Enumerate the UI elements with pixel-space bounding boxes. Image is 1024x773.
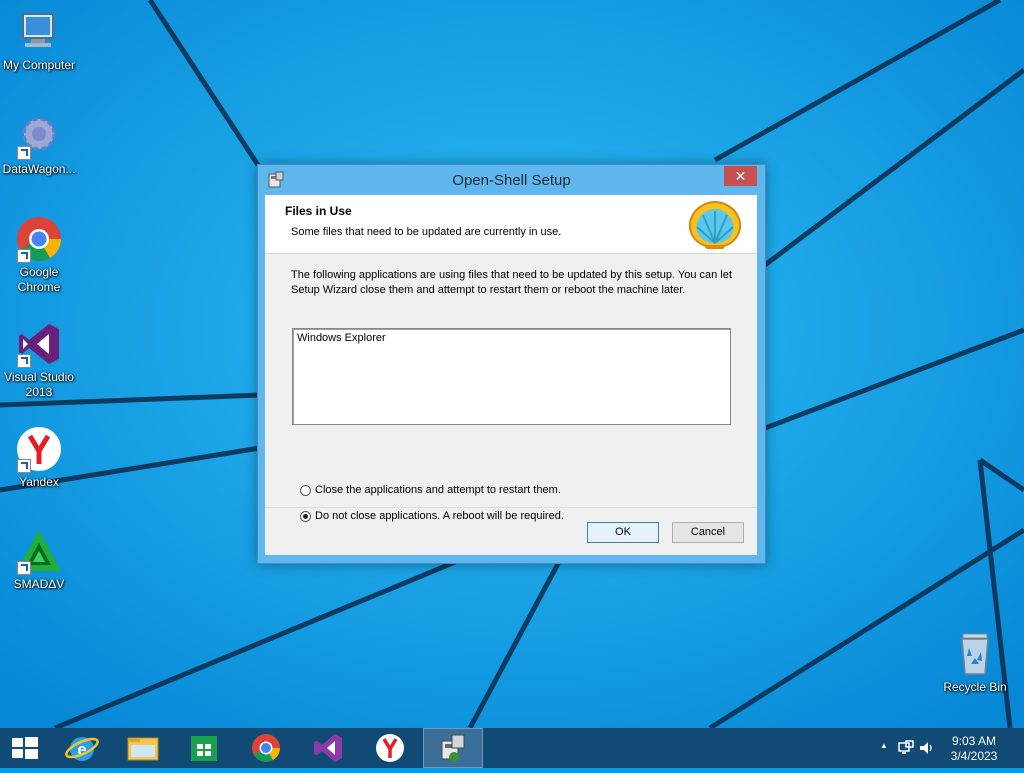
taskbar-visual-studio[interactable] [298, 728, 358, 768]
desktop-icon-label: DataWagon... [2, 162, 76, 176]
cancel-button[interactable]: Cancel [672, 522, 744, 543]
clock-date: 3/4/2023 [950, 749, 998, 763]
taskbar-open-shell-setup[interactable] [423, 728, 483, 768]
dialog-client-area: Files in Use Some files that need to be … [265, 195, 757, 555]
radio-no-close[interactable] [300, 510, 311, 522]
desktop-icon-yandex[interactable]: Yandex [0, 425, 78, 490]
smadav-icon [15, 527, 63, 575]
taskbar-file-explorer[interactable] [113, 728, 173, 768]
dialog-title: Open-Shell Setup [452, 172, 571, 189]
open-shell-setup-dialog: Open-Shell Setup ✕ Files in Use Some fil… [257, 164, 766, 564]
dialog-header: Files in Use Some files that need to be … [265, 195, 757, 254]
taskbar-yandex[interactable] [360, 728, 420, 768]
radio-close-apps[interactable] [300, 484, 311, 496]
desktop-icon-my-computer[interactable]: My Computer [0, 8, 78, 73]
speaker-icon[interactable] [918, 740, 934, 759]
dialog-titlebar[interactable]: Open-Shell Setup ✕ [258, 165, 765, 195]
description-text: The following applications are using fil… [291, 269, 732, 296]
start-button[interactable] [0, 728, 50, 768]
shortcut-arrow-icon [17, 249, 31, 263]
desktop-icon-smadav[interactable]: SMADΔV [0, 527, 78, 592]
installer-icon [441, 734, 465, 762]
option-close-apps[interactable]: Close the applications and attempt to re… [300, 484, 561, 496]
recycle-bin-icon [951, 630, 999, 678]
system-tray: ▲ 9:03 AM 3/4/2023 [864, 728, 1024, 768]
desktop-icon-visual-studio[interactable]: Visual Studio 2013 [0, 320, 78, 400]
chrome-icon [15, 215, 63, 263]
footer-divider [265, 507, 757, 508]
desktop-icon-google-chrome[interactable]: Google Chrome [0, 215, 78, 295]
chrome-icon [252, 734, 280, 762]
desktop-icon-label: Google Chrome [17, 265, 61, 294]
shortcut-arrow-icon [17, 146, 31, 160]
shortcut-arrow-icon [17, 354, 31, 368]
taskbar-chrome[interactable] [236, 728, 296, 768]
option-no-close[interactable]: Do not close applications. A reboot will… [300, 510, 564, 522]
list-item[interactable]: Windows Explorer [293, 329, 730, 347]
desktop-icon-recycle-bin[interactable]: Recycle Bin [936, 630, 1014, 695]
shortcut-arrow-icon [17, 561, 31, 575]
shell-logo-icon [685, 199, 745, 251]
desktop-icon-label: My Computer [2, 58, 76, 72]
taskbar-store[interactable] [174, 728, 234, 768]
applications-list[interactable]: Windows Explorer [292, 328, 731, 425]
internet-explorer-icon: e [65, 737, 99, 761]
desktop-icon-label: Yandex [19, 475, 59, 489]
desktop-icon-datawagon[interactable]: DataWagon... [0, 112, 78, 177]
clock-time: 9:03 AM [951, 734, 997, 748]
desktop-icon-label: SMADΔV [13, 577, 65, 591]
yandex-icon [376, 734, 404, 762]
computer-icon [15, 8, 63, 56]
shortcut-arrow-icon [17, 459, 31, 473]
option-close-apps-label: Close the applications and attempt to re… [315, 484, 561, 496]
desktop-icon-label: Visual Studio 2013 [4, 370, 74, 399]
taskbar: e ▲ 9:03 AM 3/4/2023 [0, 728, 1024, 768]
option-no-close-label: Do not close applications. A reboot will… [315, 510, 564, 522]
tray-expand-icon[interactable]: ▲ [880, 741, 888, 750]
close-button[interactable]: ✕ [724, 166, 757, 186]
store-icon [191, 736, 217, 761]
visual-studio-icon [15, 320, 63, 368]
clock[interactable]: 9:03 AM 3/4/2023 [944, 734, 1004, 764]
yandex-icon [15, 425, 63, 473]
ok-button[interactable]: OK [587, 522, 659, 543]
windows-logo-icon [12, 737, 38, 759]
gear-icon [15, 112, 63, 160]
folder-icon [127, 737, 159, 761]
network-icon[interactable] [898, 740, 914, 759]
desktop-icon-label: Recycle Bin [943, 680, 1007, 694]
header-subtitle: Some files that need to be updated are c… [291, 226, 562, 238]
visual-studio-icon [314, 734, 342, 762]
taskbar-internet-explorer[interactable]: e [52, 728, 112, 768]
header-title: Files in Use [285, 204, 352, 218]
